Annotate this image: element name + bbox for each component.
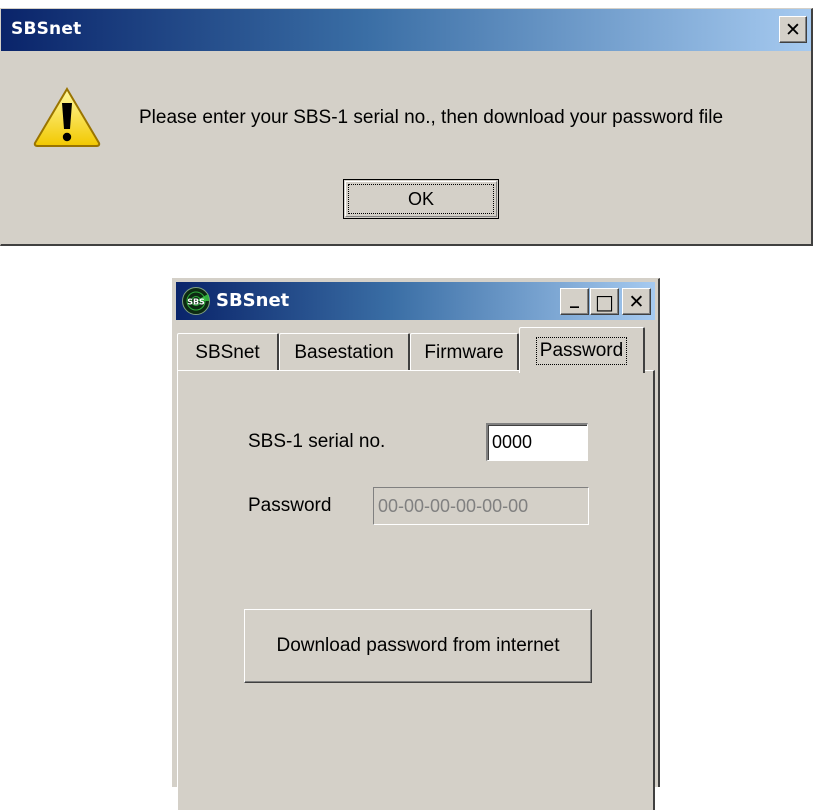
window-title: SBSnet	[216, 290, 290, 311]
message-text: Please enter your SBS-1 serial no., then…	[139, 107, 724, 128]
svg-text:SBS: SBS	[187, 298, 205, 307]
tab-label: Firmware	[424, 341, 504, 363]
message-dialog: SBSnet ✕ Please enter your SBS-1 serial …	[0, 8, 813, 246]
maximize-glyph: □	[595, 289, 614, 314]
minimize-glyph: _	[570, 288, 579, 309]
password-label: Password	[248, 495, 332, 516]
password-tab-panel: SBS-1 serial no. Password Download passw…	[177, 370, 655, 810]
serial-input[interactable]	[486, 423, 588, 461]
sbs-radar-icon: SBS	[182, 287, 210, 315]
password-field	[373, 487, 589, 525]
tab-label: Basestation	[294, 341, 394, 363]
tab-basestation[interactable]: Basestation	[279, 333, 410, 371]
tab-label: SBSnet	[195, 341, 260, 363]
tab-sbsnet[interactable]: SBSnet	[177, 333, 279, 371]
download-button-label: Download password from internet	[276, 635, 560, 656]
ok-button[interactable]: OK	[343, 179, 499, 219]
ok-label: OK	[407, 188, 434, 209]
sbsnet-window: SBS SBSnet _ □ ✕ SBSnet Basestation Firm…	[172, 278, 660, 810]
close-glyph: ✕	[628, 290, 645, 313]
download-password-button[interactable]: Download password from internet	[244, 609, 592, 683]
warning-icon	[33, 87, 101, 147]
close-icon[interactable]: ✕	[779, 16, 807, 43]
tab-password[interactable]: Password	[519, 327, 645, 373]
serial-label: SBS-1 serial no.	[248, 431, 386, 452]
minimize-icon[interactable]: _	[560, 288, 589, 315]
message-title: SBSnet	[11, 19, 82, 39]
close-icon[interactable]: ✕	[622, 288, 651, 315]
tab-label: Password	[535, 336, 628, 365]
window-titlebar[interactable]: SBS SBSnet _ □ ✕	[176, 282, 655, 320]
close-glyph: ✕	[785, 18, 801, 41]
message-titlebar[interactable]: SBSnet ✕	[1, 9, 811, 51]
maximize-icon[interactable]: □	[590, 288, 619, 315]
tab-firmware[interactable]: Firmware	[410, 333, 519, 371]
